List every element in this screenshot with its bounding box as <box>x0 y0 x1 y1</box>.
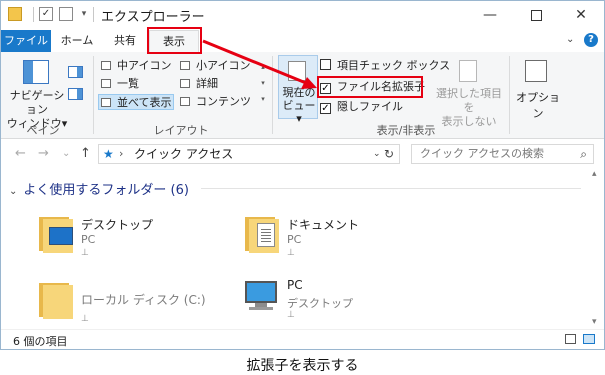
options-button[interactable]: オプション <box>513 89 563 121</box>
chevron-down-icon: ⌄ <box>9 186 18 197</box>
current-view-button[interactable]: 現在の ビュー▾ <box>278 55 318 125</box>
options-icon[interactable] <box>525 60 547 82</box>
item-checkbox-label: 項目チェック ボックス <box>337 59 451 72</box>
current-view-icon <box>288 61 306 81</box>
status-bar: 6 個の項目 <box>1 329 604 349</box>
close-button[interactable]: ✕ <box>558 1 604 30</box>
view-tab-highlight <box>147 27 202 54</box>
pin-icon: ⊥ <box>287 248 295 258</box>
pane-group-label: ペイン <box>26 124 60 137</box>
hidden-files-label: 隠しファイル <box>337 100 403 113</box>
show-hide-group-label: 表示/非表示 <box>376 124 436 137</box>
group-divider <box>272 56 273 134</box>
preview-pane-icon[interactable] <box>68 66 83 78</box>
quick-access-star-icon: ★ <box>103 147 114 161</box>
breadcrumb[interactable]: クイック アクセス <box>134 145 233 163</box>
list-item[interactable]: デスクトップ PC ⊥ <box>37 213 227 269</box>
title-divider <box>93 7 94 22</box>
item-checkbox-box[interactable] <box>320 59 331 70</box>
properties-icon[interactable]: ✓ <box>39 7 53 21</box>
tab-file[interactable]: ファイル <box>1 30 51 52</box>
section-title: よく使用するフォルダー (6) <box>23 183 189 198</box>
current-view-label: 現在の ビュー▾ <box>280 86 318 125</box>
pin-icon: ⊥ <box>287 310 295 320</box>
address-row: ← → ⌄ ↑ ★ › クイック アクセス ⌄ ↻ クイック アクセスの検索 ⌕ <box>1 139 604 169</box>
folder-icon <box>37 279 73 319</box>
list-item[interactable]: ドキュメント PC ⊥ <box>243 213 433 269</box>
pin-icon: ⊥ <box>81 314 89 324</box>
current-view-label-line1: 現在の <box>282 86 316 99</box>
breadcrumb-chevron-icon[interactable]: › <box>119 145 123 163</box>
search-placeholder: クイック アクセスの検索 <box>420 147 544 160</box>
help-icon[interactable]: ? <box>584 33 598 47</box>
layout-scroll-buttons[interactable]: ▴ ▾ ▾ <box>258 59 268 107</box>
file-list: ⌄ よく使用するフォルダー (6) デスクトップ PC ⊥ ドキュメント PC ⊥… <box>1 169 604 329</box>
documents-folder-icon <box>243 213 279 253</box>
explorer-window: ✓ ▾ エクスプローラー — ✕ ファイル ホーム 共有 表示 ⌄ ? ナビゲー… <box>0 0 605 350</box>
current-view-label-line2: ビュー▾ <box>282 99 316 125</box>
pc-icon <box>243 275 279 315</box>
ribbon: ナビゲーション ウィンドウ▾ ペイン 中アイコン 小アイコン 一覧 詳細 並べて… <box>1 52 604 139</box>
group-divider <box>509 56 510 134</box>
large-icons-view-icon[interactable] <box>583 334 595 344</box>
layout-list[interactable]: 一覧 <box>99 76 139 92</box>
layout-details[interactable]: 詳細 <box>178 76 218 92</box>
address-dropdown-icon[interactable]: ⌄ <box>373 145 381 163</box>
item-name: ローカル ディスク (C:) <box>81 293 206 307</box>
details-pane-icon[interactable] <box>68 88 83 100</box>
item-checkbox-toggle[interactable]: 項目チェック ボックス <box>320 58 450 74</box>
tab-share[interactable]: 共有 <box>103 30 147 52</box>
details-view-icon[interactable] <box>565 334 576 344</box>
ribbon-tabs: ファイル ホーム 共有 表示 ⌄ ? <box>1 30 604 53</box>
folder-icon <box>8 7 22 21</box>
item-location: PC <box>81 233 96 246</box>
item-name: ドキュメント <box>287 218 360 232</box>
item-count: 6 個の項目 <box>13 335 68 348</box>
up-button[interactable]: ↑ <box>80 146 91 161</box>
file-extension-highlight <box>317 76 423 98</box>
navigation-pane-icon[interactable] <box>23 60 49 84</box>
item-name: デスクトップ <box>81 218 154 232</box>
maximize-icon <box>530 10 542 21</box>
layout-tiles[interactable]: 並べて表示 <box>98 94 174 110</box>
list-item[interactable]: PC デスクトップ ⊥ <box>243 275 433 331</box>
list-item[interactable]: ローカル ディスク (C:) ⊥ <box>37 279 227 335</box>
address-bar[interactable]: ★ › クイック アクセス ⌄ ↻ <box>98 144 400 164</box>
hide-selected-icon <box>459 60 477 82</box>
customize-toolbar-icon[interactable]: ▾ <box>77 7 91 21</box>
layout-group-label: レイアウト <box>153 124 209 137</box>
desktop-folder-icon <box>37 213 73 253</box>
tab-home[interactable]: ホーム <box>53 30 101 52</box>
item-location: デスクトップ <box>287 297 353 310</box>
navigation-pane-label-line1: ナビゲーション <box>9 89 65 116</box>
layout-content[interactable]: コンテンツ <box>178 94 251 110</box>
minimize-button[interactable]: — <box>467 1 513 30</box>
layout-small-icons[interactable]: 小アイコン <box>178 58 250 74</box>
quick-access-divider <box>33 7 34 22</box>
window-title: エクスプローラー <box>101 10 205 25</box>
recent-locations-button[interactable]: ⌄ <box>62 148 70 159</box>
search-input[interactable]: クイック アクセスの検索 ⌕ <box>411 144 594 164</box>
hidden-files-checkbox[interactable]: ✓ <box>320 103 331 114</box>
caption: 拡張子を表示する <box>246 358 359 374</box>
item-location: PC <box>287 233 302 246</box>
group-divider <box>93 56 94 134</box>
item-name: PC <box>287 278 303 292</box>
vertical-scrollbar[interactable] <box>588 169 604 329</box>
section-divider <box>201 188 581 189</box>
layout-medium-icons[interactable]: 中アイコン <box>99 58 171 74</box>
pin-icon: ⊥ <box>81 248 89 258</box>
refresh-icon[interactable]: ↻ <box>384 145 394 163</box>
forward-button[interactable]: → <box>38 146 49 161</box>
section-header[interactable]: ⌄ よく使用するフォルダー (6) <box>9 179 189 198</box>
hidden-files-toggle[interactable]: ✓ 隠しファイル <box>320 99 403 115</box>
search-icon[interactable]: ⌕ <box>580 145 587 163</box>
maximize-button[interactable] <box>513 1 559 30</box>
title-bar: ✓ ▾ エクスプローラー — ✕ <box>1 1 604 30</box>
hide-selected-label-line1: 選択した項目を <box>436 87 502 114</box>
minimize-ribbon-icon[interactable]: ⌄ <box>566 34 574 45</box>
back-button[interactable]: ← <box>15 146 26 161</box>
new-folder-icon[interactable] <box>59 7 73 21</box>
